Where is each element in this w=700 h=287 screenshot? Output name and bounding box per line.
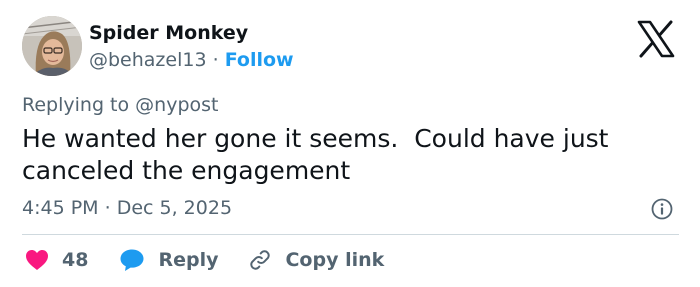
reply-context: Replying to @nypost (22, 93, 219, 117)
x-logo-icon[interactable] (636, 19, 676, 59)
tweet-timestamp[interactable]: 4:45 PM · Dec 5, 2025 (22, 196, 232, 220)
heart-icon (26, 250, 48, 270)
avatar[interactable] (22, 16, 82, 76)
timestamp-separator: · (104, 197, 111, 219)
tweet-date: Dec 5, 2025 (116, 197, 233, 219)
follow-button[interactable]: Follow (225, 49, 294, 71)
divider (22, 234, 679, 235)
tweet-actions: 48 Reply Copy link (22, 246, 384, 274)
reply-mention-link[interactable]: @nypost (135, 94, 218, 116)
reply-label: Reply (158, 249, 219, 271)
reply-button[interactable]: Reply (119, 248, 218, 272)
copy-link-button[interactable]: Copy link (248, 248, 384, 272)
copy-link-label: Copy link (285, 249, 385, 271)
chain-link-icon (250, 250, 271, 270)
avatar-photo (22, 16, 82, 76)
speech-bubble-icon (120, 249, 144, 271)
tweet-text: He wanted her gone it seems. Could have … (22, 124, 609, 185)
tweet-time: 4:45 PM (22, 197, 99, 219)
author-handle[interactable]: @behazel13 (89, 49, 207, 71)
reply-context-prefix: Replying to (22, 94, 130, 116)
author-name[interactable]: Spider Monkey (89, 21, 248, 45)
author-handle-line: @behazel13 · Follow (89, 48, 294, 72)
like-button[interactable]: 48 (25, 249, 88, 271)
handle-separator: · (212, 49, 219, 71)
like-count: 48 (62, 249, 89, 271)
info-icon[interactable] (650, 197, 674, 221)
